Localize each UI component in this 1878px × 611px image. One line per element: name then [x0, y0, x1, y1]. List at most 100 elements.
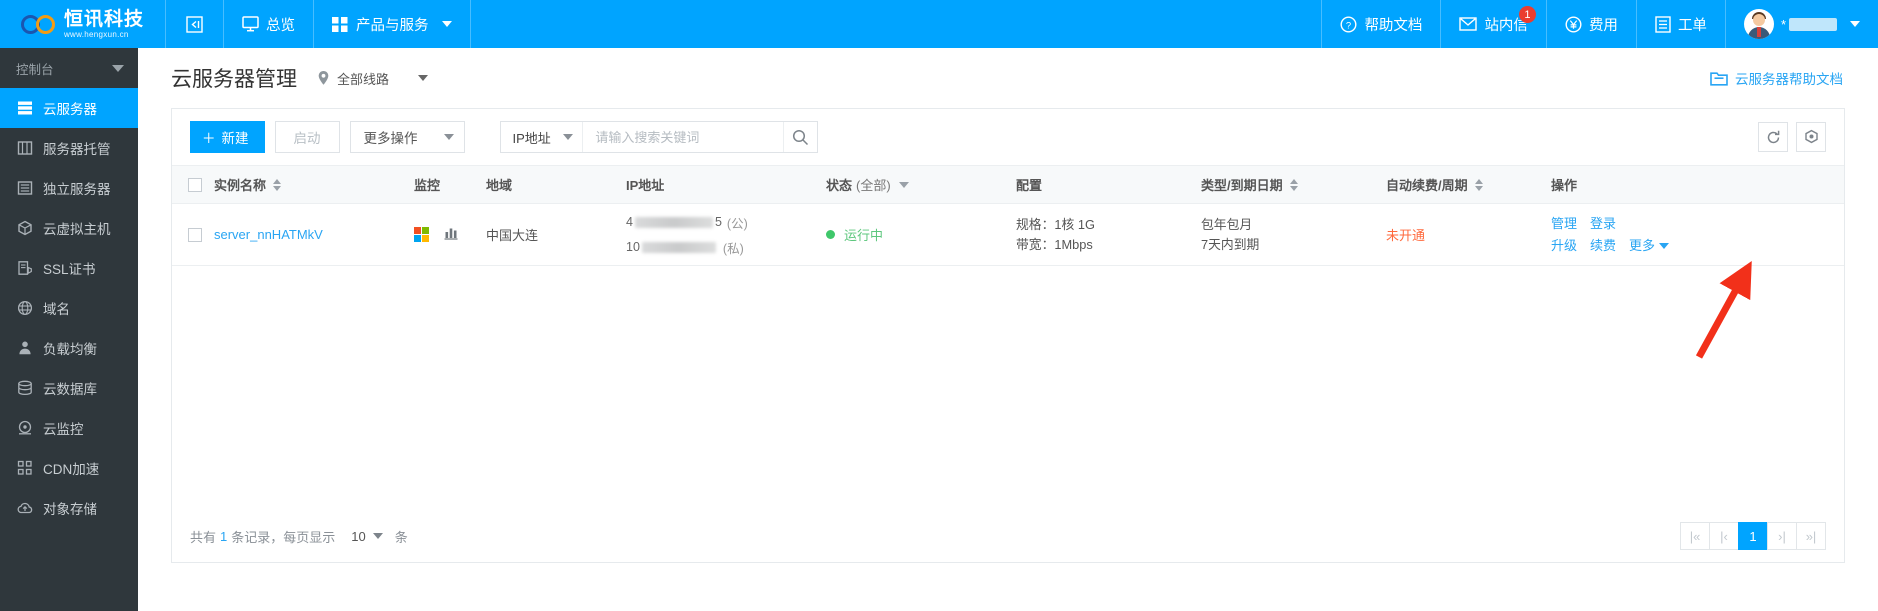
chevron-down-icon — [1850, 21, 1860, 27]
cell-ip-address: 4 5 (公) 10 (私) — [626, 203, 826, 266]
th-label: IP地址 — [626, 178, 665, 193]
list-server-icon — [16, 180, 33, 197]
sidebar-item-cdn[interactable]: CDN加速 — [0, 448, 138, 488]
sidebar-label: 云虚拟主机 — [43, 222, 111, 237]
th-type-expiry: 类型/到期日期 — [1201, 165, 1386, 204]
sidebar-console-selector[interactable]: 控制台 — [0, 48, 138, 88]
sort-toggle-type[interactable] — [1289, 178, 1298, 191]
th-config: 配置 — [1016, 165, 1201, 204]
user-account-menu[interactable]: * — [1724, 0, 1878, 48]
sidebar-item-virtual-host[interactable]: 云虚拟主机 — [0, 208, 138, 248]
search-submit-button[interactable] — [783, 122, 816, 152]
public-ip-prefix: 4 — [626, 215, 633, 229]
action-renew[interactable]: 续费 — [1590, 236, 1616, 256]
sidebar-item-object-storage[interactable]: 对象存储 — [0, 488, 138, 528]
private-ip: 10 (私) — [626, 238, 744, 257]
region-selector[interactable]: 全部线路 — [317, 69, 429, 88]
search-input[interactable] — [583, 122, 784, 152]
prev-page-button[interactable]: |‹ — [1709, 522, 1739, 550]
envelope-icon — [1459, 17, 1478, 31]
nav-label-overview: 总览 — [266, 17, 295, 34]
sidebar-item-cloud-monitor[interactable]: 云监控 — [0, 408, 138, 448]
sidebar-item-cloud-database[interactable]: 云数据库 — [0, 368, 138, 408]
more-actions-dropdown[interactable]: 更多操作 — [349, 121, 465, 153]
th-select-all — [172, 165, 214, 204]
chevron-down-icon — [112, 64, 124, 72]
action-manage[interactable]: 管理 — [1551, 214, 1577, 234]
top-navigation-bar: 恒讯科技 www.hengxun.cn 总览 产品与服务 ? 帮助文档 站内信 … — [0, 0, 1878, 48]
cube-icon — [16, 220, 33, 237]
nav-label-tickets: 工单 — [1677, 17, 1707, 34]
sidebar-item-dedicated-server[interactable]: 独立服务器 — [0, 168, 138, 208]
sidebar-item-cloud-server[interactable]: 云服务器 — [0, 88, 138, 128]
nav-item-messages[interactable]: 站内信 1 — [1440, 0, 1546, 48]
certificate-icon — [16, 260, 33, 277]
cell-instance-name: server_nnHATMkV — [214, 203, 414, 266]
private-ip-prefix: 10 — [626, 240, 640, 254]
th-label: 类型/到期日期 — [1201, 178, 1283, 193]
th-label: 监控 — [414, 178, 441, 193]
nav-item-overview[interactable]: 总览 — [223, 0, 313, 48]
monitor-icon — [242, 16, 259, 32]
action-more-label: 更多 — [1629, 237, 1656, 253]
refresh-button[interactable] — [1758, 122, 1788, 152]
sidebar-item-ssl-certificate[interactable]: SSL证书 — [0, 248, 138, 288]
instance-name-link[interactable]: server_nnHATMkV — [214, 227, 323, 242]
cell-auto-renew: 未开通 — [1386, 203, 1551, 266]
sort-toggle-name[interactable] — [273, 178, 282, 191]
start-instance-button[interactable]: 启动 — [274, 121, 340, 153]
config-bandwidth: 带宽：1Mbps — [1016, 236, 1093, 252]
nav-item-tickets[interactable]: 工单 — [1635, 0, 1725, 48]
cell-config: 规格：1核 1G 带宽：1Mbps — [1016, 203, 1201, 266]
th-instance-name: 实例名称 — [214, 165, 414, 204]
th-status: 状态 (全部) — [826, 165, 1016, 204]
sidebar-item-domain[interactable]: 域名 — [0, 288, 138, 328]
nav-label-products: 产品与服务 — [356, 17, 429, 34]
more-actions-label: 更多操作 — [363, 131, 418, 146]
sidebar-item-server-hosting[interactable]: 服务器托管 — [0, 128, 138, 168]
sidebar-collapse-toggle[interactable] — [165, 0, 223, 48]
cell-type-expiry: 包年包月 7天内到期 — [1201, 203, 1386, 266]
nav-label-help-docs: 帮助文档 — [1364, 17, 1423, 34]
next-page-button[interactable]: ›| — [1767, 522, 1797, 550]
gear-hex-icon — [1804, 129, 1818, 143]
bar-chart-icon[interactable] — [443, 225, 459, 244]
nav-item-billing[interactable]: 费用 — [1545, 0, 1636, 48]
chevron-down-icon — [1659, 243, 1670, 250]
nav-item-products[interactable]: 产品与服务 — [313, 0, 470, 48]
sidebar-label: 云监控 — [43, 422, 84, 437]
last-page-button[interactable]: »| — [1796, 522, 1826, 550]
sidebar-label: 云数据库 — [43, 382, 97, 397]
cloud-server-help-doc-link[interactable]: 云服务器帮助文档 — [1710, 68, 1843, 88]
sidebar-label: 域名 — [43, 302, 70, 317]
public-ip: 4 5 (公) — [626, 213, 748, 232]
nav-item-help-docs[interactable]: ? 帮助文档 — [1321, 0, 1440, 48]
row-checkbox[interactable] — [188, 227, 202, 242]
th-ip-address: IP地址 — [626, 165, 826, 204]
action-login[interactable]: 登录 — [1590, 214, 1616, 234]
sidebar-label: CDN加速 — [43, 462, 100, 477]
total-count: 1 — [220, 528, 228, 544]
action-row-secondary: 升级 续费 更多 — [1551, 236, 1670, 256]
action-more[interactable]: 更多 — [1629, 236, 1670, 256]
pagination: |« |‹ 1 ›| »| — [1680, 522, 1826, 550]
new-instance-button[interactable]: ＋ 新建 — [190, 121, 265, 153]
grid-icon — [332, 16, 348, 32]
th-label: 状态 — [826, 178, 853, 193]
main-content-area: 云服务器管理 全部线路 云服务器帮助文档 ＋ 新建 启动 更多操作 IP地址 请… — [138, 48, 1878, 611]
brand-logo[interactable]: 恒讯科技 www.hengxun.cn — [0, 0, 165, 48]
location-pin-icon — [318, 71, 329, 85]
action-upgrade[interactable]: 升级 — [1551, 236, 1577, 256]
select-all-checkbox[interactable] — [188, 177, 202, 192]
page-size-dropdown[interactable]: 10 — [351, 529, 383, 544]
collapse-icon — [186, 15, 203, 33]
sort-toggle-renew[interactable] — [1474, 178, 1483, 191]
sidebar-item-load-balancer[interactable]: 负载均衡 — [0, 328, 138, 368]
config-spec: 规格：1核 1G — [1016, 216, 1095, 232]
search-type-dropdown[interactable]: IP地址 — [501, 122, 584, 152]
column-settings-button[interactable] — [1796, 122, 1826, 152]
status-filter-icon[interactable] — [898, 181, 909, 188]
page-1-button[interactable]: 1 — [1738, 522, 1768, 550]
first-page-button[interactable]: |« — [1680, 522, 1710, 550]
page-header: 云服务器管理 全部线路 云服务器帮助文档 — [138, 48, 1878, 108]
